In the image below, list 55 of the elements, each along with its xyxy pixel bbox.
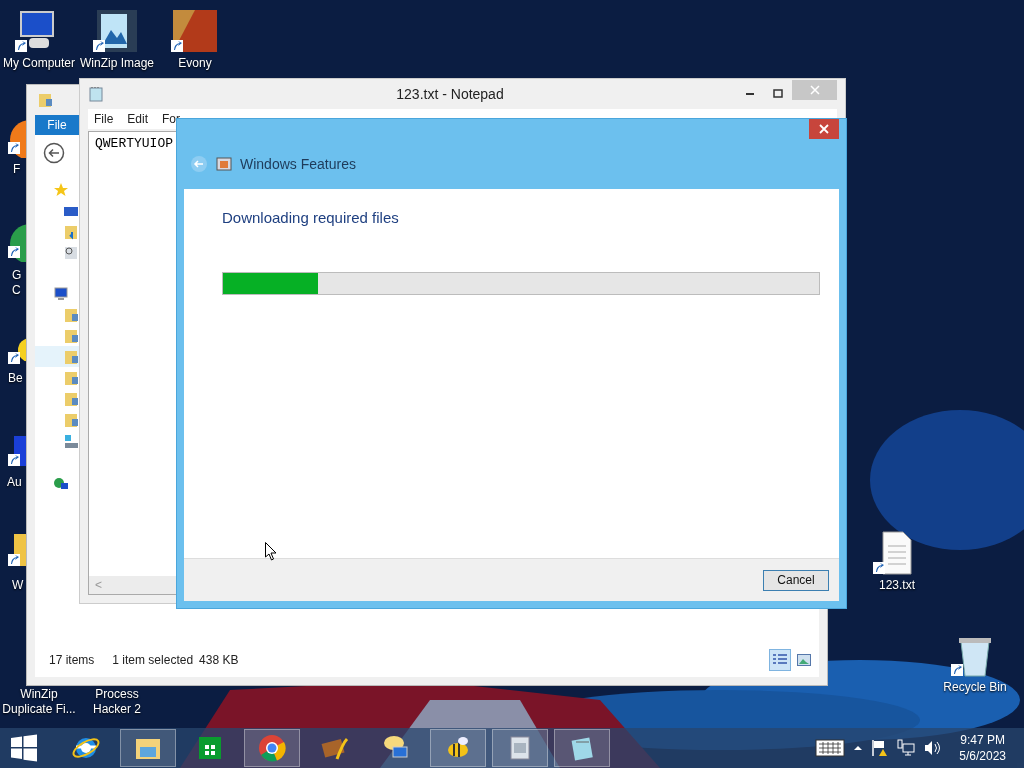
menu-item[interactable]: Edit bbox=[121, 112, 155, 126]
clock-time[interactable]: 9:47 PM bbox=[960, 732, 1005, 748]
network-icon[interactable] bbox=[897, 739, 916, 757]
chrome-icon[interactable] bbox=[257, 733, 287, 763]
folder-icon[interactable] bbox=[37, 92, 53, 108]
ribbon-tab[interactable]: File bbox=[35, 115, 79, 135]
status-heading: Downloading required files bbox=[222, 209, 400, 226]
close-icon bbox=[819, 124, 829, 134]
back-icon[interactable] bbox=[43, 142, 65, 164]
recent-icon[interactable] bbox=[63, 244, 79, 261]
folder-icon[interactable] bbox=[63, 411, 79, 428]
close-button[interactable] bbox=[809, 119, 839, 139]
folder-icon[interactable] bbox=[63, 348, 79, 365]
window-features-icon bbox=[216, 156, 232, 172]
document-text: QWERTYUIOP bbox=[95, 136, 173, 151]
desktop-icon-label[interactable]: Evony bbox=[178, 56, 212, 71]
keyboard-icon[interactable] bbox=[815, 739, 846, 757]
details-view-button[interactable] bbox=[769, 649, 791, 671]
game-icon[interactable] bbox=[171, 8, 219, 54]
item-count: 17 items bbox=[49, 653, 95, 667]
desktop-icon-label[interactable]: WinZip Duplicate Fi... bbox=[0, 687, 78, 717]
computer-icon[interactable] bbox=[53, 285, 69, 302]
desktop-icon-label[interactable]: W bbox=[12, 578, 25, 593]
caret-icon[interactable] bbox=[853, 744, 864, 752]
desktop-icon-label[interactable]: 123.txt bbox=[879, 578, 915, 593]
start-icon[interactable] bbox=[10, 734, 38, 762]
desktop-icon-label[interactable]: My Computer bbox=[3, 56, 75, 71]
downloads-icon[interactable] bbox=[63, 223, 79, 240]
notepad-icon bbox=[88, 86, 104, 102]
folder-icon[interactable] bbox=[63, 390, 79, 407]
minimize-icon bbox=[745, 93, 755, 95]
dialog-title: Windows Features bbox=[240, 156, 356, 172]
network-icon[interactable] bbox=[53, 475, 69, 492]
desktop-icon-label[interactable]: G C bbox=[12, 268, 22, 298]
folder-icon[interactable] bbox=[63, 327, 79, 344]
flag-icon[interactable] bbox=[871, 739, 890, 757]
window-title: 123.txt - Notepad bbox=[395, 86, 505, 102]
cancel-button[interactable]: Cancel bbox=[763, 569, 829, 591]
desktop-icon-label[interactable]: Au bbox=[7, 475, 24, 490]
image-icon bbox=[797, 654, 811, 666]
folder-icon[interactable] bbox=[63, 306, 79, 323]
desktop-icon-label[interactable]: Be bbox=[8, 371, 25, 386]
desktop-icon-label[interactable]: Process Hacker 2 bbox=[78, 687, 156, 717]
folder-icon[interactable] bbox=[63, 369, 79, 386]
selection-status: 1 item selected 438 KB bbox=[112, 653, 239, 667]
desktop-icon-label[interactable]: WinZip Image bbox=[80, 56, 154, 71]
desktop-icon-label[interactable]: Recycle Bin bbox=[943, 680, 1007, 695]
list-icon bbox=[773, 654, 787, 666]
volume-icon[interactable] bbox=[923, 739, 942, 757]
close-icon bbox=[809, 85, 820, 95]
desktop-icon-label[interactable]: F bbox=[13, 162, 25, 177]
drive-icon[interactable] bbox=[63, 432, 79, 449]
menu-item[interactable]: File bbox=[88, 112, 120, 126]
maximize-icon bbox=[773, 89, 783, 99]
clock-date[interactable]: 5/6/2023 bbox=[959, 748, 1006, 764]
